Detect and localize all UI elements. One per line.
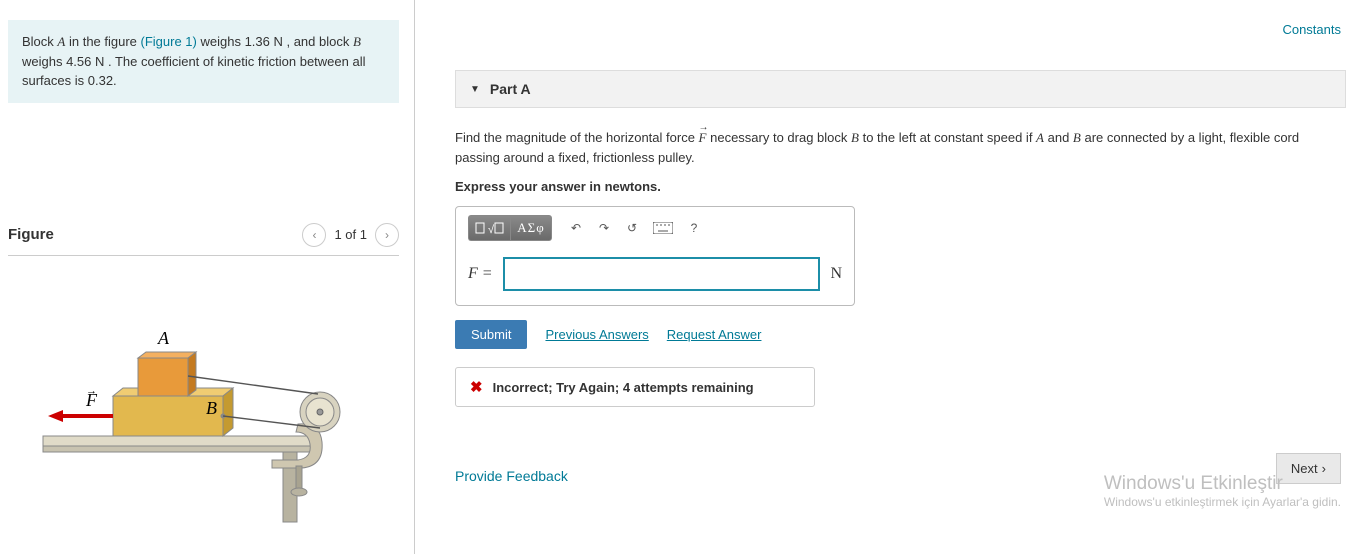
figure-pager: 1 of 1 bbox=[334, 227, 367, 242]
problem-statement: Block A in the figure (Figure 1) weighs … bbox=[8, 20, 399, 103]
incorrect-icon: ✖ bbox=[470, 378, 483, 396]
part-header[interactable]: ▼ Part A bbox=[455, 70, 1346, 108]
figure-diagram: A B F → bbox=[8, 306, 399, 526]
feedback-box: ✖ Incorrect; Try Again; 4 attempts remai… bbox=[455, 367, 815, 407]
svg-text:→: → bbox=[86, 385, 97, 397]
answer-instruction: Express your answer in newtons. bbox=[455, 179, 1346, 194]
collapse-icon: ▼ bbox=[470, 84, 480, 95]
figure-prev-button[interactable]: ‹ bbox=[302, 223, 326, 247]
svg-text:B: B bbox=[206, 398, 217, 418]
feedback-message: Incorrect; Try Again; 4 attempts remaini… bbox=[493, 380, 754, 395]
figure-header: Figure ‹ 1 of 1 › bbox=[8, 223, 399, 256]
submit-button[interactable]: Submit bbox=[455, 320, 527, 349]
part-label: Part A bbox=[490, 81, 531, 97]
figure-link[interactable]: (Figure 1) bbox=[141, 34, 197, 49]
previous-answers-link[interactable]: Previous Answers bbox=[545, 327, 648, 342]
svg-text:√: √ bbox=[488, 224, 495, 236]
templates-button[interactable]: √ bbox=[468, 215, 510, 241]
greek-button[interactable]: ΑΣφ bbox=[510, 215, 552, 241]
keyboard-button[interactable] bbox=[646, 215, 680, 241]
answer-box: √ ΑΣφ ↶ ↷ ↺ ? F = N bbox=[455, 206, 855, 306]
question-text: Find the magnitude of the horizontal for… bbox=[455, 128, 1335, 167]
reset-button[interactable]: ↺ bbox=[618, 215, 646, 241]
redo-button[interactable]: ↷ bbox=[590, 215, 618, 241]
help-button[interactable]: ? bbox=[680, 215, 708, 241]
provide-feedback-link[interactable]: Provide Feedback bbox=[455, 468, 568, 484]
answer-input[interactable] bbox=[503, 257, 821, 291]
constants-link[interactable]: Constants bbox=[1282, 22, 1341, 37]
undo-button[interactable]: ↶ bbox=[562, 215, 590, 241]
figure-next-button[interactable]: › bbox=[375, 223, 399, 247]
figure-title: Figure bbox=[8, 226, 54, 243]
svg-text:A: A bbox=[157, 328, 170, 348]
request-answer-link[interactable]: Request Answer bbox=[667, 327, 762, 342]
answer-unit: N bbox=[830, 265, 842, 283]
windows-watermark: Windows'u Etkinleştir Windows'u etkinleş… bbox=[1104, 473, 1341, 509]
answer-lhs: F = bbox=[468, 265, 493, 283]
